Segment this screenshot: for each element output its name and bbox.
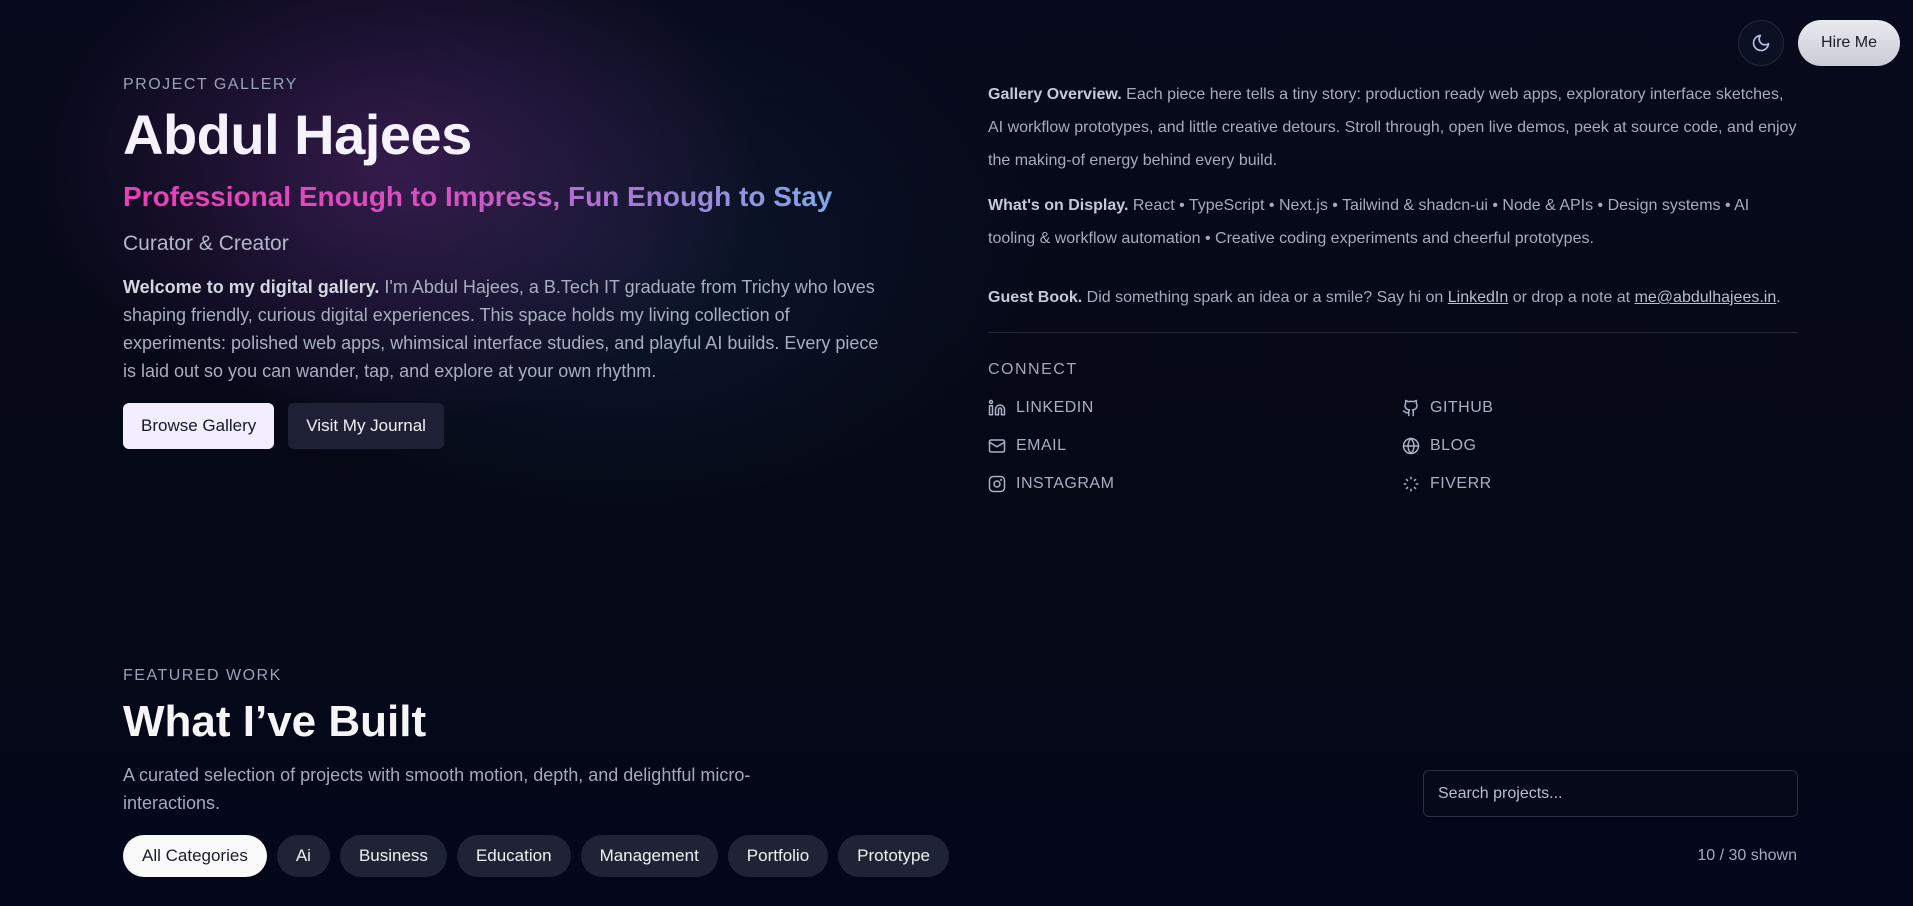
category-filters: All Categories Ai Business Education Man… — [123, 835, 949, 877]
guest-text-1: Did something spark an idea or a smile? … — [1082, 289, 1448, 306]
divider — [988, 332, 1798, 333]
instagram-label: INSTAGRAM — [1016, 475, 1115, 492]
connect-links: LINKEDIN GITHUB EMAIL BLOG INSTAGRAM FIV… — [988, 397, 1798, 495]
email-label: EMAIL — [1016, 437, 1067, 454]
guest-text-2: or drop a note at — [1508, 289, 1635, 306]
sparkle-icon — [1403, 476, 1419, 492]
guest-book: Guest Book. Did something spark an idea … — [988, 281, 1798, 314]
hero-name: Abdul Hajees — [123, 103, 472, 166]
hero-intro: Welcome to my digital gallery. I'm Abdul… — [123, 273, 893, 385]
fiverr-link[interactable]: FIVERR — [1402, 473, 1722, 495]
visit-journal-button[interactable]: Visit My Journal — [288, 403, 444, 449]
github-link[interactable]: GITHUB — [1402, 397, 1722, 419]
github-label: GITHUB — [1430, 399, 1494, 416]
email-link[interactable]: EMAIL — [988, 435, 1402, 457]
hero-role: Curator & Creator — [123, 232, 289, 255]
featured-description: A curated selection of projects with smo… — [123, 765, 751, 813]
category-chip-prototype[interactable]: Prototype — [838, 835, 949, 877]
fiverr-label: FIVERR — [1430, 475, 1492, 492]
hero-tagline: Professional Enough to Impress, Fun Enou… — [123, 181, 833, 212]
featured-section: FEATURED WORK What I’ve Built A curated … — [123, 667, 1798, 877]
instagram-link[interactable]: INSTAGRAM — [988, 473, 1402, 495]
featured-title: What I’ve Built — [123, 697, 427, 746]
top-bar: Hire Me — [1737, 20, 1900, 66]
connect-title: CONNECT — [988, 361, 1078, 378]
hero-eyebrow: PROJECT GALLERY — [123, 76, 298, 93]
guest-text-3: . — [1776, 289, 1781, 306]
gallery-overview: Gallery Overview. Each piece here tells … — [988, 78, 1798, 177]
category-chip-management[interactable]: Management — [580, 835, 718, 877]
results-count: 10 / 30 shown — [1697, 847, 1797, 864]
whats-on-display: What's on Display. React • TypeScript • … — [988, 189, 1798, 255]
intro-bold: Welcome to my digital gallery. — [123, 277, 380, 297]
category-chip-portfolio[interactable]: Portfolio — [727, 835, 829, 877]
hire-me-button[interactable]: Hire Me — [1797, 20, 1900, 66]
github-icon — [1402, 399, 1418, 417]
linkedin-inline-link[interactable]: LinkedIn — [1448, 289, 1509, 306]
blog-label: BLOG — [1430, 437, 1477, 454]
globe-icon — [1402, 437, 1420, 455]
linkedin-icon — [988, 399, 1006, 416]
blog-link[interactable]: BLOG — [1402, 435, 1722, 457]
theme-toggle-button[interactable] — [1737, 20, 1784, 66]
linkedin-label: LINKEDIN — [1016, 399, 1094, 416]
browse-gallery-button[interactable]: Browse Gallery — [123, 403, 275, 449]
hero-actions: Browse Gallery Visit My Journal — [123, 403, 903, 449]
overview-panel: Gallery Overview. Each piece here tells … — [988, 78, 1798, 495]
hero-section: PROJECT GALLERY Abdul Hajees Professiona… — [123, 76, 903, 449]
gallery-overview-bold: Gallery Overview. — [988, 86, 1122, 103]
search-projects-input[interactable] — [1423, 770, 1798, 817]
email-inline-link[interactable]: me@abdulhajees.in — [1635, 289, 1777, 306]
linkedin-link[interactable]: LINKEDIN — [988, 397, 1402, 419]
category-chip-business[interactable]: Business — [339, 835, 447, 877]
category-chip-all[interactable]: All Categories — [123, 835, 267, 877]
category-chip-education[interactable]: Education — [456, 835, 571, 877]
display-bold: What's on Display. — [988, 197, 1129, 214]
mail-icon — [988, 439, 1006, 453]
moon-icon — [1752, 34, 1770, 52]
instagram-icon — [988, 475, 1006, 493]
guest-bold: Guest Book. — [988, 289, 1083, 306]
featured-eyebrow: FEATURED WORK — [123, 667, 282, 684]
category-chip-ai[interactable]: Ai — [276, 835, 330, 877]
